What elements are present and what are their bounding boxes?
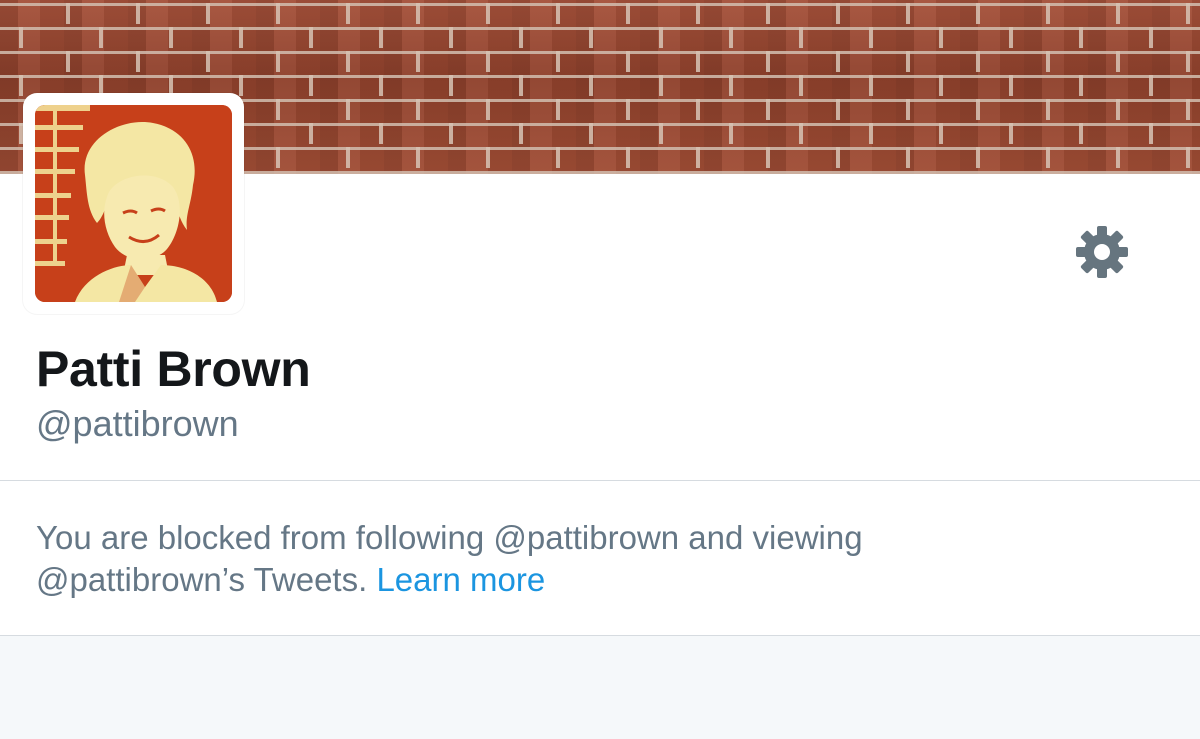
blocked-notice-line1: You are blocked from following @pattibro… [36,519,863,556]
profile-handle: @pattibrown [36,403,239,444]
blocked-notice-text: You are blocked from following @pattibro… [36,517,1156,601]
profile-photo-icon [35,105,232,302]
profile-name: Patti Brown [36,341,311,397]
avatar-image [35,105,232,302]
blocked-notice: You are blocked from following @pattibro… [0,481,1200,636]
gear-icon[interactable] [1074,224,1130,280]
avatar[interactable] [23,93,244,314]
profile-page: Patti Brown @pattibrown You are blocked … [0,0,1200,739]
blocked-notice-line2: @pattibrown’s Tweets. [36,561,368,598]
learn-more-link[interactable]: Learn more [376,561,545,598]
